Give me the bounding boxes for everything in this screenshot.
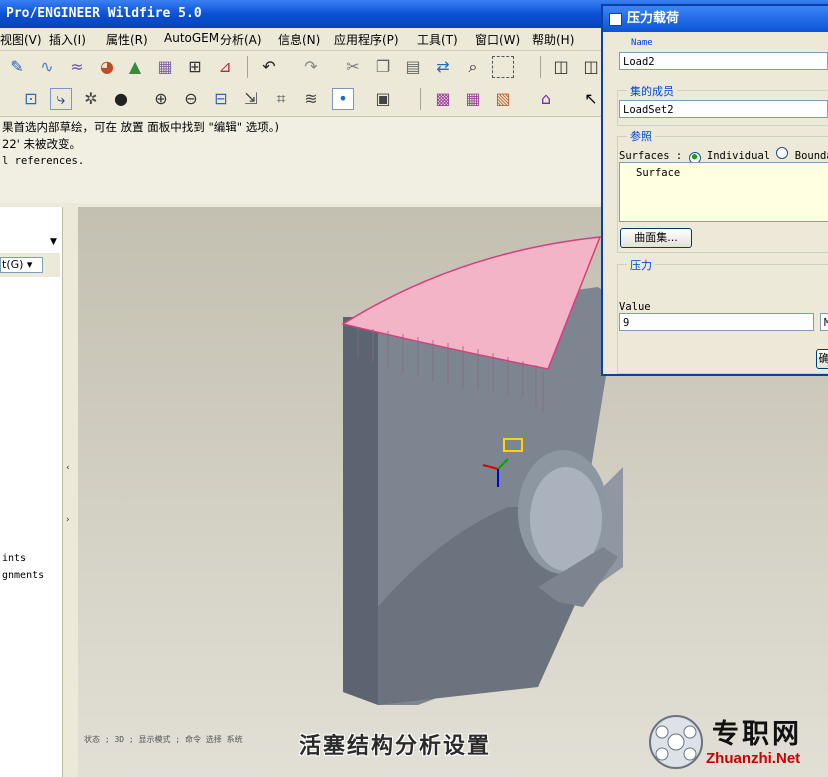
member-field[interactable]: LoadSet2 xyxy=(619,100,828,118)
dropdown-arrow-icon[interactable]: ▼ xyxy=(50,237,57,247)
radio-boundary[interactable] xyxy=(776,147,789,159)
constraint-icon[interactable]: ▩ xyxy=(432,88,454,110)
menu-info[interactable]: 信息(N) xyxy=(278,31,320,48)
saved-views-icon[interactable]: ⇲ xyxy=(240,88,262,110)
ok-button[interactable]: 确 xyxy=(816,349,828,369)
menu-insert[interactable]: 插入(I) xyxy=(49,31,86,48)
refit-icon[interactable]: ⊡ xyxy=(20,88,42,110)
member-label: 集的成员 xyxy=(627,83,677,99)
status-text: 状态 ; 3D ; 显示模式 ; 命令 选择 系统 xyxy=(84,735,243,744)
video-caption: 活塞结构分析设置 xyxy=(299,734,492,759)
individual-label: Individual xyxy=(706,150,771,162)
logo-text: 专职网 xyxy=(712,719,802,750)
mesh-icon[interactable]: ▦ xyxy=(154,56,176,78)
menu-analysis[interactable]: 分析(A) xyxy=(220,31,262,48)
copy-icon[interactable]: ❐ xyxy=(372,56,394,78)
message-area: 果首选内部草绘，可在 放置 面板中找到 "编辑" 选项。) 22' 未被改变。 … xyxy=(0,116,605,203)
menu-autogem[interactable]: AutoGEM xyxy=(164,31,219,45)
tree-header: t(G) ▾ xyxy=(0,253,60,277)
value-label: Value xyxy=(619,301,651,313)
surface-list[interactable]: Surface xyxy=(619,162,828,222)
message-line: 果首选内部草绘，可在 放置 面板中找到 "编辑" 选项。) xyxy=(2,120,279,134)
model-icon[interactable]: ⊞ xyxy=(184,56,206,78)
dialog-title-bar: 压力载荷 xyxy=(603,6,828,32)
model-tree-panel: ▼ t(G) ▾ ints gnments xyxy=(0,207,63,777)
undo-icon[interactable]: ↶ xyxy=(258,56,280,78)
message-line: l references. xyxy=(2,155,85,167)
zoom-in-icon[interactable]: ⊕ xyxy=(150,88,172,110)
view-icon[interactable]: ◫ xyxy=(580,56,602,78)
zoom-out-icon[interactable]: ⊖ xyxy=(180,88,202,110)
regenerate-icon[interactable]: ⇄ xyxy=(432,56,454,78)
surfaces-label: Surfaces : xyxy=(619,150,683,162)
menu-view[interactable]: 视图(V) xyxy=(0,31,42,48)
datum-display-icon[interactable]: • xyxy=(332,88,354,110)
logo-url: Zhuanzhi.Net xyxy=(706,750,801,767)
color-icon[interactable]: ◕ xyxy=(96,56,118,78)
select-box-icon[interactable] xyxy=(492,56,514,78)
name-field[interactable]: Load2 xyxy=(619,52,828,70)
view-icon[interactable]: ◫ xyxy=(550,56,572,78)
layers-icon[interactable]: ⌗ xyxy=(270,88,292,110)
measure-icon[interactable]: ⊿ xyxy=(214,56,236,78)
help-pointer-icon[interactable]: ↖ xyxy=(580,88,602,110)
tree-filter-value: t(G) xyxy=(2,258,24,271)
load-icon[interactable]: ▦ xyxy=(462,88,484,110)
boundary-label: Boundar xyxy=(794,150,828,162)
spin-center-icon[interactable]: ⤷ xyxy=(50,88,72,110)
paste-icon[interactable]: ▤ xyxy=(402,56,424,78)
separator xyxy=(247,56,248,78)
cut-icon[interactable]: ✂ xyxy=(342,56,364,78)
site-logo: 专职网 Zhuanzhi.Net xyxy=(648,712,828,772)
message-line: 22' 未被改变。 xyxy=(2,137,81,151)
pressure-load-dialog: 压力载荷 Name Load2 集的成员 LoadSet2 参照 Surface… xyxy=(601,4,828,376)
separator xyxy=(540,56,541,78)
datum-icon[interactable]: ▲ xyxy=(124,56,146,78)
material-icon[interactable]: ▧ xyxy=(492,88,514,110)
dialog-icon xyxy=(609,13,622,26)
dialog-title: 压力载荷 xyxy=(627,11,680,26)
menu-help[interactable]: 帮助(H) xyxy=(532,31,574,48)
analysis-icon[interactable]: ⌂ xyxy=(535,88,557,110)
piston-side-face xyxy=(343,317,378,705)
surface-list-item[interactable]: Surface xyxy=(620,163,828,179)
separator xyxy=(420,88,421,110)
app-title: Pro/ENGINEER Wildfire 5.0 xyxy=(6,6,202,21)
value-field[interactable]: 9 xyxy=(619,313,814,331)
collapse-left-icon[interactable]: ‹ xyxy=(66,463,70,473)
surface-set-button[interactable]: 曲面集... xyxy=(620,228,692,248)
tree-item[interactable]: ints xyxy=(2,553,26,564)
expand-right-icon[interactable]: › xyxy=(66,515,70,525)
tree-item[interactable]: gnments xyxy=(2,570,44,581)
menu-applications[interactable]: 应用程序(P) xyxy=(334,31,399,48)
sketch-icon[interactable]: ✎ xyxy=(6,56,28,78)
menu-tools[interactable]: 工具(T) xyxy=(417,31,458,48)
tree-filter-combo[interactable]: t(G) ▾ xyxy=(0,257,43,273)
redo-icon[interactable]: ↷ xyxy=(300,56,322,78)
panel-splitter[interactable]: ‹ › xyxy=(62,207,79,777)
name-label: Name xyxy=(631,38,653,48)
pressure-label: 压力 xyxy=(627,257,655,273)
orient-icon[interactable]: ✲ xyxy=(80,88,102,110)
menu-properties[interactable]: 属性(R) xyxy=(106,31,148,48)
model-tree-icon[interactable]: ▣ xyxy=(372,88,394,110)
menu-window[interactable]: 窗口(W) xyxy=(475,31,520,48)
find-icon[interactable]: ⌕ xyxy=(462,56,484,78)
globe-logo-icon xyxy=(649,715,703,769)
reference-label: 参照 xyxy=(627,128,655,144)
zoom-fit-icon[interactable]: ⊟ xyxy=(210,88,232,110)
curve-icon[interactable]: ∿ xyxy=(36,56,58,78)
shading-icon[interactable]: ● xyxy=(110,88,132,110)
display-style-icon[interactable]: ≋ xyxy=(300,88,322,110)
wave-icon[interactable]: ≈ xyxy=(66,56,88,78)
unit-field[interactable]: M xyxy=(820,313,828,331)
